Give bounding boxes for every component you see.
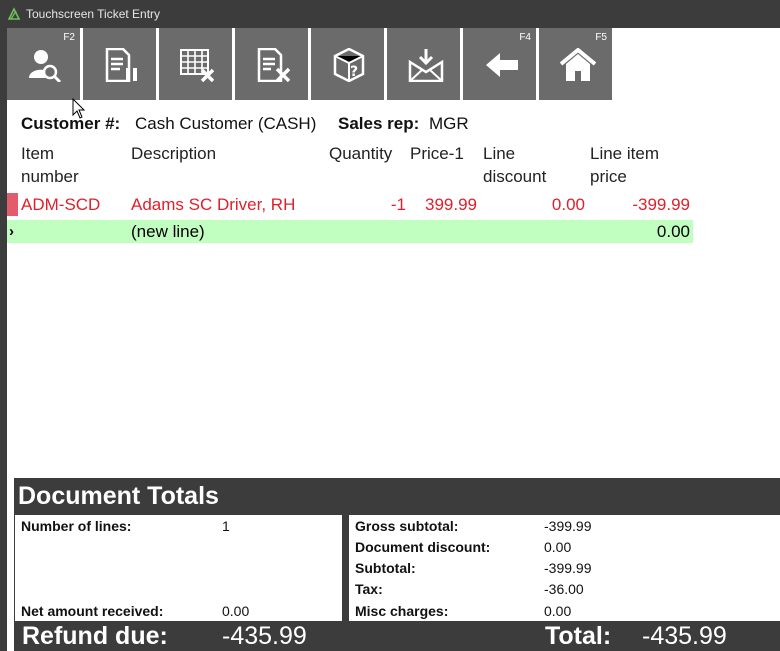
cell-item-number: ADM-SCD bbox=[21, 195, 101, 214]
subtotal-value: -399.99 bbox=[544, 560, 592, 576]
home-button[interactable]: F5 bbox=[539, 28, 612, 100]
gross-subtotal-value: -399.99 bbox=[544, 518, 592, 534]
receive-mail-button[interactable] bbox=[387, 28, 460, 100]
customer-lookup-button[interactable]: F2 bbox=[7, 28, 80, 100]
tax-value: -36.00 bbox=[544, 581, 584, 597]
cell-line-price: -399.99 bbox=[632, 195, 690, 214]
envelope-download-icon bbox=[408, 49, 444, 82]
current-row-marker-icon: › bbox=[9, 223, 14, 240]
new-line-row[interactable]: › (new line) 0.00 bbox=[7, 220, 693, 243]
svg-text:?: ? bbox=[350, 64, 358, 80]
customer-value[interactable]: Cash Customer (CASH) bbox=[135, 114, 316, 134]
fkey-label: F2 bbox=[63, 32, 75, 43]
title-bar: Touchscreen Ticket Entry bbox=[0, 0, 780, 28]
row-selector[interactable] bbox=[7, 193, 18, 216]
header-text: Line bbox=[483, 144, 516, 163]
total-label: Total: bbox=[545, 622, 612, 650]
header-line-discount[interactable]: Line discount bbox=[483, 142, 546, 188]
net-received-label: Net amount received: bbox=[21, 603, 164, 619]
header-text: price bbox=[590, 167, 627, 186]
refund-due-label: Refund due: bbox=[22, 622, 168, 650]
fkey-label: F4 bbox=[519, 32, 531, 43]
box-question-icon: ? bbox=[333, 48, 365, 82]
header-quantity[interactable]: Quantity bbox=[329, 142, 392, 165]
grid-delete-icon bbox=[180, 49, 214, 82]
salesrep-label: Sales rep: bbox=[338, 114, 420, 133]
user-search-icon bbox=[29, 50, 62, 82]
ticket-entry-frame: F2 ? F4 F5 Customer #: Cash Customer (CA… bbox=[7, 28, 780, 651]
cell-price: 399.99 bbox=[425, 195, 477, 214]
window-title: Touchscreen Ticket Entry bbox=[26, 7, 161, 21]
home-icon bbox=[560, 48, 596, 81]
totals-right-box: Gross subtotal: -399.99 Document discoun… bbox=[349, 515, 780, 621]
totals-left-box: Number of lines: 1 Net amount received: … bbox=[15, 515, 342, 621]
arrow-left-icon bbox=[486, 53, 518, 77]
header-text: Line item bbox=[590, 144, 659, 163]
app-logo-icon bbox=[7, 7, 21, 20]
cell-description: Adams SC Driver, RH bbox=[131, 195, 296, 214]
back-button[interactable]: F4 bbox=[463, 28, 536, 100]
number-of-lines-value: 1 bbox=[222, 518, 230, 534]
document-delete-icon bbox=[257, 48, 290, 82]
misc-charges-label: Misc charges: bbox=[355, 603, 449, 619]
mouse-cursor-icon bbox=[72, 98, 86, 119]
hold-ticket-button[interactable] bbox=[83, 28, 156, 100]
void-line-button[interactable] bbox=[159, 28, 232, 100]
cell-quantity: -1 bbox=[390, 195, 406, 214]
item-lookup-button[interactable]: ? bbox=[311, 28, 384, 100]
header-text: discount bbox=[483, 167, 547, 186]
gross-subtotal-label: Gross subtotal: bbox=[355, 518, 459, 534]
cell-line-price: 0.00 bbox=[656, 222, 690, 241]
header-line-item-price[interactable]: Line item price bbox=[590, 142, 659, 188]
document-totals-panel: Document Totals Number of lines: 1 Net a… bbox=[14, 478, 780, 651]
document-discount-value: 0.00 bbox=[544, 539, 572, 555]
salesrep-value[interactable]: MGR bbox=[429, 114, 469, 134]
total-value: -435.99 bbox=[642, 622, 727, 650]
net-received-value: 0.00 bbox=[222, 603, 250, 619]
cell-line-discount: 0.00 bbox=[551, 195, 585, 214]
fkey-label: F5 bbox=[595, 32, 607, 43]
document-pause-icon bbox=[105, 48, 137, 82]
customer-label: Customer #: bbox=[21, 114, 121, 133]
toolbar: F2 ? F4 F5 bbox=[7, 28, 612, 101]
header-price[interactable]: Price-1 bbox=[410, 142, 464, 165]
header-text: Item bbox=[21, 144, 55, 163]
header-item-number[interactable]: Item number bbox=[21, 142, 79, 188]
void-ticket-button[interactable] bbox=[235, 28, 308, 100]
refund-due-value: -435.99 bbox=[222, 622, 307, 650]
header-description[interactable]: Description bbox=[131, 142, 216, 165]
cell-description: (new line) bbox=[131, 222, 205, 241]
document-discount-label: Document discount: bbox=[355, 539, 491, 555]
tax-label: Tax: bbox=[355, 581, 383, 597]
totals-title: Document Totals bbox=[18, 482, 219, 510]
header-text: number bbox=[21, 167, 79, 186]
subtotal-label: Subtotal: bbox=[355, 560, 416, 576]
table-row[interactable]: ADM-SCD Adams SC Driver, RH -1 399.99 0.… bbox=[7, 193, 693, 216]
misc-charges-value: 0.00 bbox=[544, 603, 572, 619]
number-of-lines-label: Number of lines: bbox=[21, 518, 132, 534]
